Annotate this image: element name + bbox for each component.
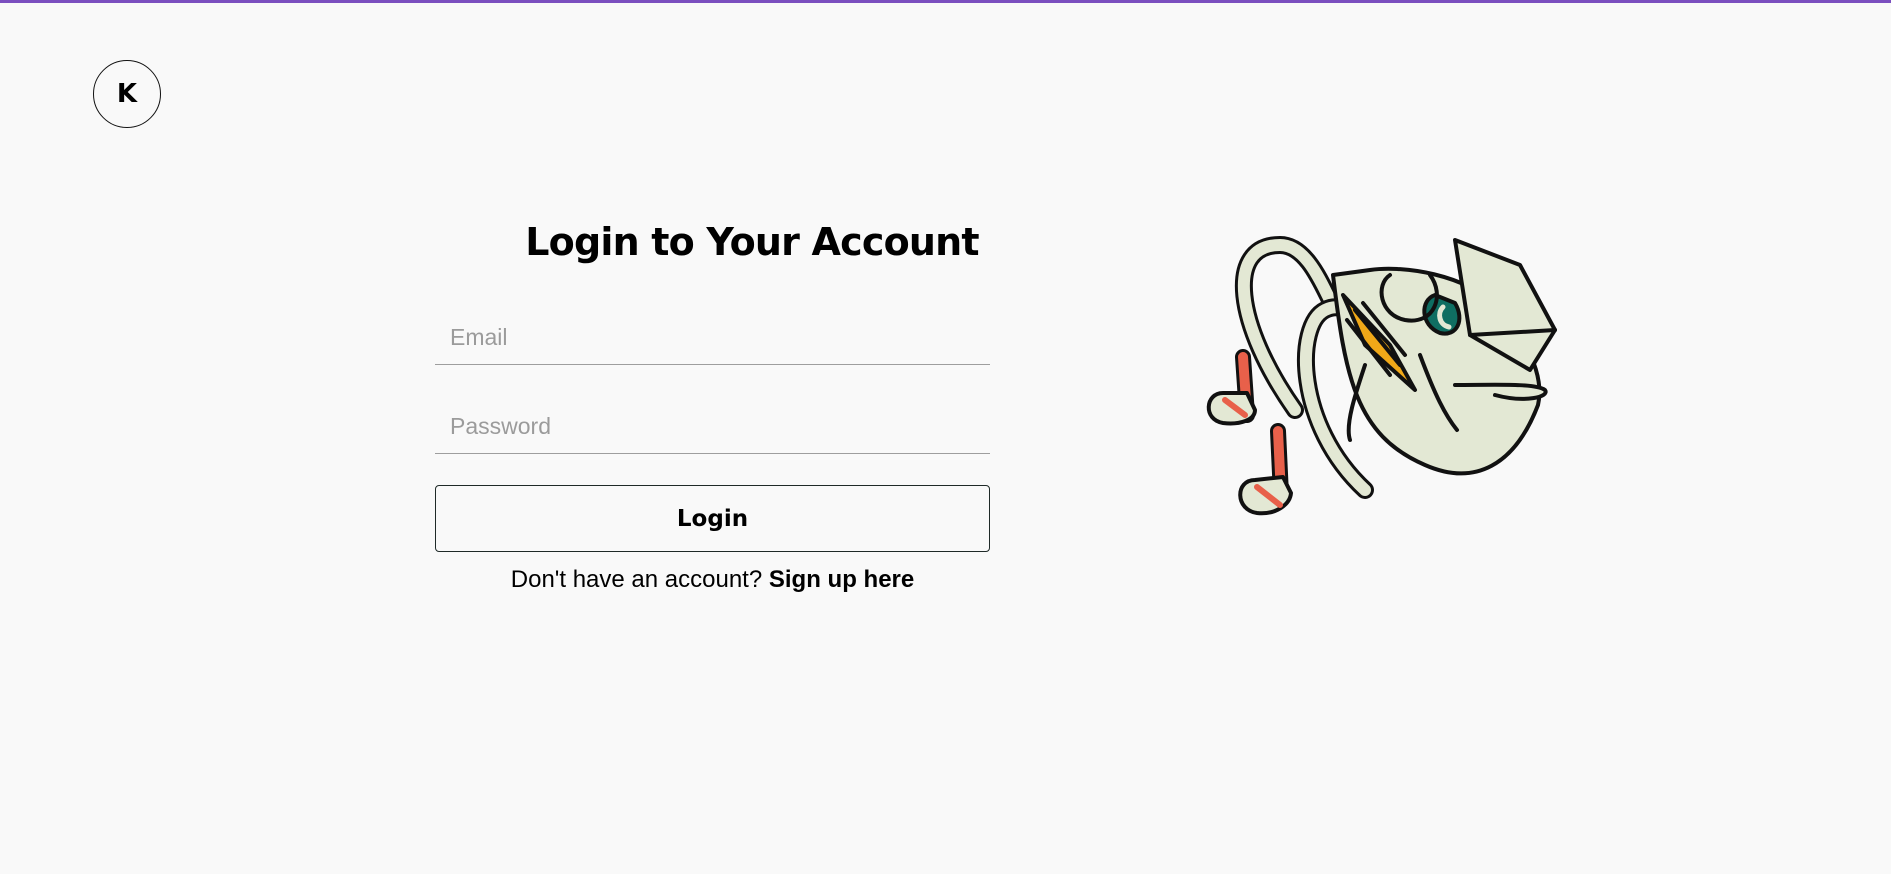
signup-link[interactable]: Sign up here <box>769 566 914 593</box>
logo-button[interactable]: K <box>93 60 161 128</box>
mascot-illustration <box>1206 236 1557 516</box>
email-field[interactable] <box>435 311 990 365</box>
login-button[interactable]: Login <box>435 485 990 552</box>
page-title: Login to Your Account <box>525 220 979 264</box>
signup-prompt-line: Don't have an account? Sign up here <box>435 566 990 594</box>
signup-prompt-text: Don't have an account? <box>510 566 763 593</box>
password-field[interactable] <box>435 400 990 454</box>
top-accent-bar <box>0 0 1891 3</box>
